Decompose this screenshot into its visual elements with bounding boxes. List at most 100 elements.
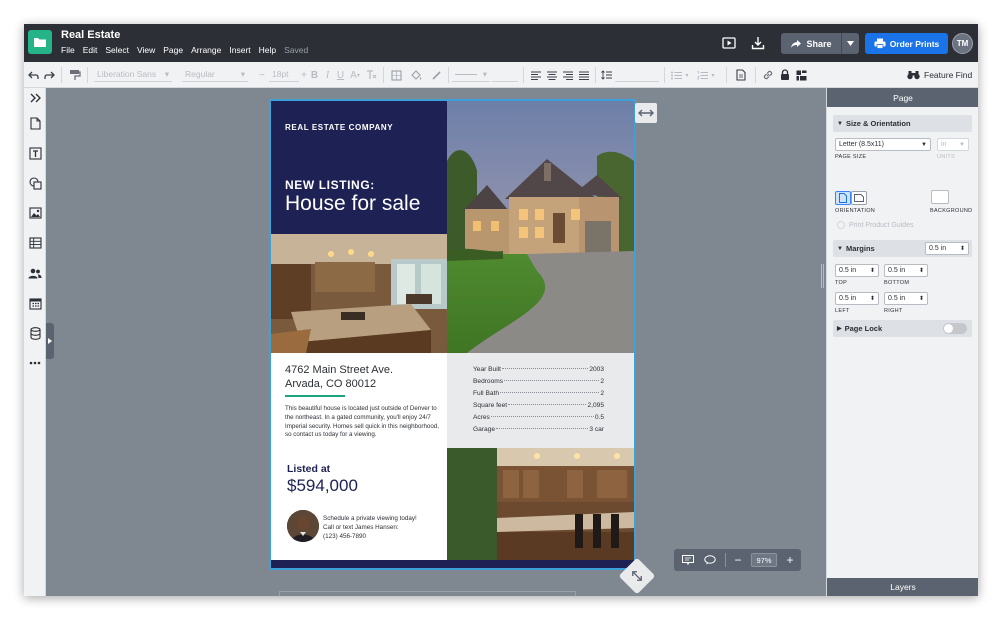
menu-page[interactable]: Page [163, 45, 183, 55]
layers-panel-header[interactable]: Layers [827, 578, 978, 596]
expand-panel-icon[interactable] [27, 90, 43, 106]
redo-icon[interactable] [43, 67, 55, 83]
order-prints-button[interactable]: Order Prints [865, 33, 948, 54]
margin-left-field[interactable]: 0.5 in ⬍ [835, 292, 879, 305]
fill-color-icon[interactable] [410, 67, 422, 83]
agent-photo[interactable] [287, 510, 319, 542]
interior-photo[interactable] [447, 448, 634, 560]
flyer-page[interactable]: REAL ESTATE COMPANY NEW LISTING: House f… [269, 99, 636, 570]
property-address[interactable]: 4762 Main Street Ave. Arvada, CO 80012 [285, 363, 393, 391]
spec-row: Bedrooms 2 [473, 378, 604, 385]
menu-file[interactable]: File [61, 45, 75, 55]
text-color-button[interactable]: A ▾ [349, 67, 361, 83]
panel-title[interactable]: Page [827, 88, 978, 107]
menu-insert[interactable]: Insert [229, 45, 250, 55]
menu-edit[interactable]: Edit [83, 45, 98, 55]
line-spacing-field[interactable] [615, 67, 659, 82]
align-center-icon[interactable] [546, 67, 558, 83]
margins-all-field[interactable]: 0.5 in ⬍ [925, 242, 969, 255]
comment-icon[interactable] [699, 555, 721, 565]
menu-help[interactable]: Help [259, 45, 276, 55]
page-icon[interactable] [735, 67, 747, 83]
font-size-field[interactable]: 18pt [269, 67, 299, 82]
undo-icon[interactable] [27, 67, 39, 83]
line-spacing-icon[interactable] [600, 67, 612, 83]
menu-select[interactable]: Select [105, 45, 129, 55]
property-specs[interactable]: Year Built 2003 Bedrooms 2 Full Bath 2 Squa… [447, 353, 634, 448]
zoom-out-button[interactable]: − [730, 553, 746, 567]
header-block[interactable]: REAL ESTATE COMPANY NEW LISTING: House f… [271, 101, 447, 234]
database-icon[interactable] [27, 325, 43, 341]
align-right-icon[interactable] [562, 67, 574, 83]
underline-button[interactable]: U [336, 67, 345, 83]
line-width-field[interactable] [492, 67, 518, 82]
shapes-icon[interactable] [27, 175, 43, 191]
more-icon[interactable] [27, 355, 43, 371]
panel-resize-grip[interactable] [821, 264, 824, 288]
listing-price[interactable]: $594,000 [287, 476, 358, 496]
share-options-button[interactable] [841, 33, 859, 54]
line-style-select[interactable]: ▾ [452, 67, 490, 82]
caret-down-icon[interactable]: ▾ [710, 67, 716, 83]
agent-contact[interactable]: Schedule a private viewing today! Call o… [323, 514, 417, 541]
menu-arrange[interactable]: Arrange [191, 45, 221, 55]
size-orientation-section[interactable]: ▼ Size & Orientation [833, 115, 972, 132]
document-title[interactable]: Real Estate [61, 29, 120, 41]
decrease-font-button[interactable]: − [258, 67, 266, 83]
font-weight-select[interactable]: Regular ▾ [182, 67, 248, 82]
calendar-icon[interactable] [27, 295, 43, 311]
expand-side-panel-tab[interactable] [46, 323, 54, 359]
headline-small[interactable]: NEW LISTING: [285, 178, 375, 192]
caret-down-icon: ▾ [164, 68, 169, 79]
kitchen-photo[interactable] [271, 234, 447, 353]
bold-button[interactable]: B [310, 67, 319, 83]
margin-top-field[interactable]: 0.5 in ⬍ [835, 264, 879, 277]
margin-bottom-field[interactable]: 0.5 in ⬍ [884, 264, 928, 277]
feature-find-button[interactable]: Feature Find [907, 67, 972, 83]
margin-right-value: 0.5 in [888, 295, 906, 302]
caret-down-icon[interactable]: ▾ [684, 67, 690, 83]
presentation-notes-icon[interactable] [677, 555, 699, 565]
spec-row: Square feet 2,095 [473, 402, 604, 409]
page-icon[interactable] [27, 115, 43, 131]
text-icon[interactable] [27, 145, 43, 161]
align-justify-icon[interactable] [578, 67, 590, 83]
company-name[interactable]: REAL ESTATE COMPANY [285, 123, 393, 132]
background-color-swatch[interactable] [931, 190, 949, 204]
people-icon[interactable] [27, 265, 43, 281]
folder-icon[interactable] [28, 30, 52, 54]
margin-right-field[interactable]: 0.5 in ⬍ [884, 292, 928, 305]
zoom-in-button[interactable]: + [782, 553, 798, 567]
portrait-orientation-button[interactable] [835, 191, 851, 205]
download-icon[interactable] [750, 35, 766, 51]
landscape-orientation-button[interactable] [851, 191, 867, 205]
top-bar: Real Estate File Edit Select View Page A… [24, 24, 978, 62]
align-left-icon[interactable] [530, 67, 542, 83]
format-painter-icon[interactable] [68, 67, 82, 83]
group-icon[interactable] [795, 67, 807, 83]
house-exterior-photo[interactable] [447, 101, 634, 353]
property-description[interactable]: This beautiful house is located just out… [285, 405, 440, 440]
user-avatar[interactable]: TM [952, 33, 973, 54]
listed-label[interactable]: Listed at [287, 463, 330, 475]
numbered-list-icon[interactable] [696, 67, 708, 83]
headline-large[interactable]: House for sale [285, 192, 420, 216]
page-size-select[interactable]: Letter (8.5x11) ▼ [835, 138, 931, 151]
menu-view[interactable]: View [137, 45, 155, 55]
present-icon[interactable] [721, 35, 737, 51]
border-icon[interactable] [390, 67, 402, 83]
bullet-list-icon[interactable] [670, 67, 682, 83]
font-family-select[interactable]: Liberation Sans ▾ [94, 67, 172, 82]
text-options-icon[interactable] [365, 67, 377, 83]
zoom-level[interactable]: 97% [751, 553, 777, 567]
link-icon[interactable] [762, 67, 774, 83]
table-icon[interactable] [27, 235, 43, 251]
line-color-icon[interactable] [430, 67, 442, 83]
image-icon[interactable] [27, 205, 43, 221]
page-lock-toggle[interactable] [943, 323, 967, 334]
italic-button[interactable]: I [323, 67, 332, 83]
share-button[interactable]: Share [781, 33, 841, 54]
lock-icon[interactable] [779, 67, 791, 83]
increase-font-button[interactable]: + [300, 67, 308, 83]
resize-handle[interactable] [635, 103, 657, 123]
